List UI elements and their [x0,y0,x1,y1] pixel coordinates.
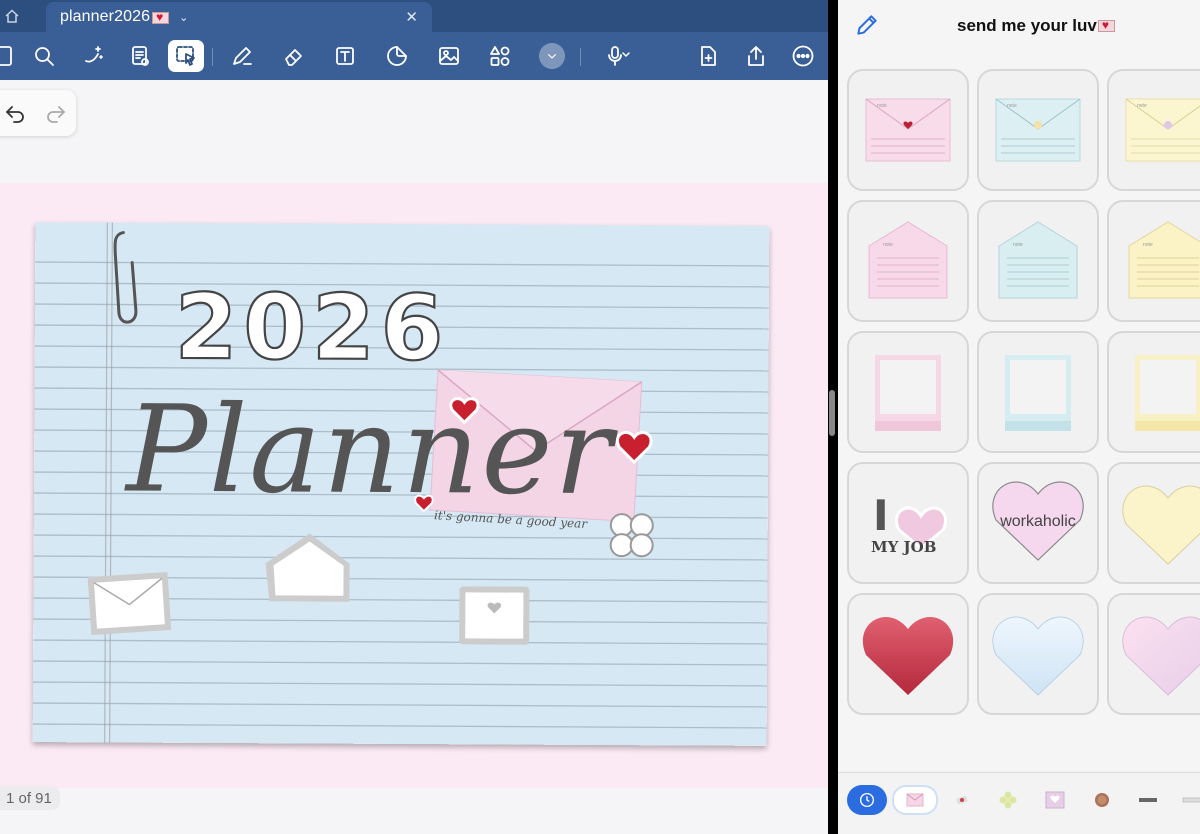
note-label: note [883,242,893,248]
add-page-icon[interactable] [690,40,726,72]
redo-icon[interactable] [44,101,68,125]
more-icon[interactable] [785,40,821,72]
sticker-panel-header: send me your luv [838,0,1200,54]
pink-polaroid-frame[interactable] [847,331,969,453]
cookie-sticker-pack[interactable] [1082,785,1122,815]
heart-frame-pack[interactable] [1035,785,1075,815]
toolbar [0,32,828,80]
tape-sticker-pack[interactable] [1128,785,1168,815]
pen-sticker-pack[interactable] [942,785,982,815]
heart-letter-emoji [1097,18,1115,32]
document-tab[interactable]: planner2026 ⌄ ✕ [46,2,432,32]
workaholic-heart-sticker[interactable]: workaholic [977,462,1099,584]
home-tab[interactable] [0,0,24,32]
sticker-pack-title-text: send me your luv [957,16,1097,35]
ruler-sticker-pack[interactable] [1172,785,1200,815]
yellow-heart-sticker[interactable] [1107,462,1200,584]
pink-open-envelope[interactable]: note [847,200,969,322]
blue-envelope-note[interactable]: note [977,69,1099,191]
sticker-pack-title: send me your luv [957,16,1115,36]
recent-clock-icon[interactable] [847,785,887,815]
share-icon[interactable] [738,40,774,72]
blue-polaroid-frame[interactable] [977,331,1099,453]
planner-cover-page[interactable]: 2026 Planner it's gonna be a good year [32,222,770,746]
i-love-my-job-sticker[interactable]: I MY JOB [847,462,969,584]
search-icon[interactable] [26,40,62,72]
note-label: note [1013,242,1023,248]
red-heart-sticker[interactable] [847,593,969,715]
page-counter: 1 of 91 [0,786,60,810]
close-tab-button[interactable]: ✕ [405,8,418,26]
yellow-open-envelope[interactable]: note [1107,200,1200,322]
pen-icon[interactable] [224,40,260,72]
more-tools-chevron-icon[interactable] [534,40,570,72]
pencil-icon[interactable] [854,12,882,40]
note-label: note [1137,103,1147,109]
toolbar-divider [580,48,581,66]
note-label: note [877,103,887,109]
sticker-panel: send me your luv note note note note not… [838,0,1200,834]
tab-bar: planner2026 ⌄ ✕ [0,0,828,32]
pink-heart-sticker[interactable] [1107,593,1200,715]
document-title: planner2026 [60,8,151,25]
shapes-icon[interactable] [482,40,518,72]
undo-redo-bar [0,90,76,136]
sticker-pack-tabs [838,772,1200,834]
chevron-down-icon[interactable]: ⌄ [179,11,188,24]
pink-envelope-pack[interactable] [892,785,938,815]
yellow-polaroid-frame[interactable] [1107,331,1200,453]
sticker-icon[interactable] [379,40,415,72]
yellow-envelope-note[interactable]: note [1107,69,1200,191]
year-text: 2026 [175,275,450,381]
home-icon [5,9,19,23]
heart-letter-emoji [152,10,170,24]
script-title: Planner [124,381,619,523]
flower-sticker-pack[interactable] [988,785,1028,815]
magic-wand-icon[interactable] [75,40,111,72]
blue-open-envelope[interactable]: note [977,200,1099,322]
notes-app-pane: planner2026 ⌄ ✕ [0,0,828,834]
microphone-icon[interactable] [592,40,644,72]
light-blue-heart-sticker[interactable] [977,593,1099,715]
i-letter: I [873,491,889,540]
note-label: note [1007,103,1017,109]
workaholic-text: workaholic [999,513,1076,530]
image-icon[interactable] [431,40,467,72]
split-view-handle[interactable] [829,390,835,436]
document-view-icon[interactable] [122,40,158,72]
pink-envelope-note[interactable]: note [847,69,969,191]
eraser-icon[interactable] [276,40,312,72]
undo-icon[interactable] [3,101,27,125]
lasso-select-icon[interactable] [168,40,204,72]
text-box-icon[interactable] [327,40,363,72]
planner-cover-art: 2026 Planner it's gonna be a good year [32,222,770,746]
page-icon[interactable] [0,40,22,72]
note-label: note [1143,242,1153,248]
toolbar-divider [212,48,213,66]
my-job-text: MY JOB [871,538,936,556]
